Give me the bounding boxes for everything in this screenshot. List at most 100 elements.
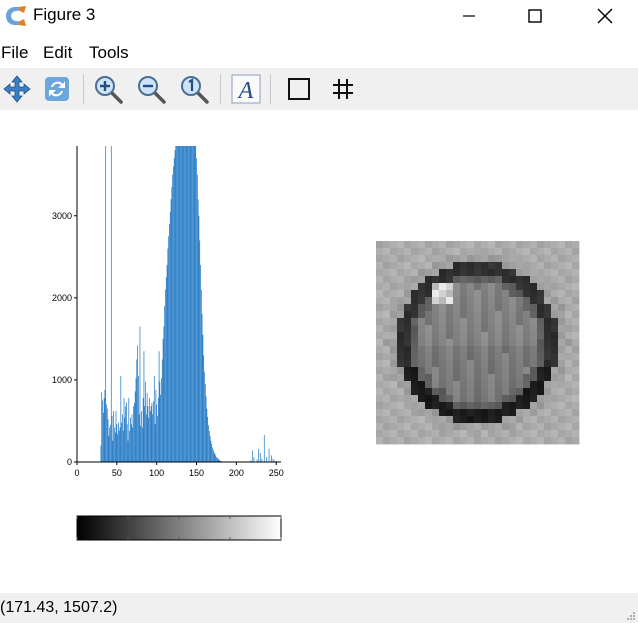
zoom-out-button[interactable] [134, 72, 168, 106]
image-pixel [446, 311, 454, 319]
image-pixel [404, 416, 412, 424]
image-pixel [425, 290, 433, 298]
image-pixel [425, 248, 433, 256]
image-pixel [495, 409, 503, 417]
zoom-in-button[interactable] [91, 72, 125, 106]
image-pixel [509, 255, 517, 263]
image-pixel [474, 381, 482, 389]
image-pixel [509, 318, 517, 326]
image-pixel [467, 346, 475, 354]
image-pixel [502, 297, 510, 305]
maximize-button[interactable] [512, 0, 558, 32]
image-pixel [439, 437, 447, 445]
image-pixel [565, 304, 573, 312]
image-pixel [432, 241, 440, 249]
figure-canvas[interactable]: 0 50 100 150 200 250 0 1000 2000 3000 [0, 110, 638, 593]
image-pixel [509, 339, 517, 347]
image-pixel [397, 395, 405, 403]
histogram-bar [192, 146, 194, 462]
histogram-bar [209, 435, 211, 462]
image-pixel [404, 311, 412, 319]
image-pixel [495, 332, 503, 340]
image-pixel [453, 409, 461, 417]
menu-file[interactable]: File [1, 43, 28, 63]
histogram-bar [198, 215, 200, 462]
image-pixel [544, 395, 552, 403]
image-pixel [558, 409, 566, 417]
image-pixel [460, 311, 468, 319]
image-pixel [467, 241, 475, 249]
image-pixel [516, 395, 524, 403]
image-pixel [537, 367, 545, 375]
histogram-bar [114, 432, 116, 462]
image-pixel [537, 269, 545, 277]
image-pixel [432, 332, 440, 340]
image-pixel [432, 360, 440, 368]
zoom-reset-button[interactable] [177, 72, 211, 106]
image-pixel [537, 360, 545, 368]
image-pixel [467, 416, 475, 424]
resize-grip-icon[interactable] [626, 611, 636, 621]
histogram-chart[interactable]: 0 50 100 150 200 250 0 1000 2000 3000 [0, 110, 638, 593]
image-pixel [558, 339, 566, 347]
image-pixel [418, 346, 426, 354]
rotate-button[interactable] [40, 72, 74, 106]
image-pixel [446, 367, 454, 375]
image-pixel [488, 290, 496, 298]
image-pixel [516, 339, 524, 347]
pan-button[interactable] [0, 72, 34, 106]
image-pixel [474, 437, 482, 445]
image-pixel [411, 325, 419, 333]
image-pixel [572, 297, 580, 305]
insert-text-button[interactable]: A [229, 72, 263, 106]
image-pixel [544, 346, 552, 354]
image-pixel [425, 255, 433, 263]
image-pixel [481, 353, 489, 361]
image-pixel [474, 262, 482, 270]
image-pixel [383, 255, 391, 263]
image-pixel [537, 262, 545, 270]
image-pixel [467, 304, 475, 312]
image-pixel [474, 325, 482, 333]
minimize-button[interactable] [446, 0, 492, 32]
image-pixel [397, 255, 405, 263]
image-pixel [467, 339, 475, 347]
image-pixel [488, 381, 496, 389]
image-pixel [425, 388, 433, 396]
image-pixel [453, 360, 461, 368]
image-view[interactable] [376, 241, 580, 445]
image-pixel [502, 360, 510, 368]
image-pixel [460, 297, 468, 305]
image-pixel [411, 311, 419, 319]
image-pixel [467, 262, 475, 270]
image-pixel [446, 423, 454, 431]
grid-button[interactable] [326, 72, 360, 106]
image-pixel [523, 437, 531, 445]
image-pixel [481, 367, 489, 375]
close-button[interactable] [582, 0, 628, 32]
svg-text:A: A [237, 78, 254, 104]
image-pixel [439, 325, 447, 333]
image-pixel [397, 416, 405, 424]
zoom-in-icon [95, 76, 123, 104]
image-pixel [404, 318, 412, 326]
image-pixel [537, 388, 545, 396]
image-pixel [502, 269, 510, 277]
image-pixel [502, 423, 510, 431]
image-pixel [383, 297, 391, 305]
image-pixel [418, 409, 426, 417]
histogram-bar [175, 146, 177, 462]
image-pixel [530, 325, 538, 333]
image-pixel [537, 416, 545, 424]
image-pixel [397, 360, 405, 368]
image-pixel [467, 409, 475, 417]
image-pixel [481, 262, 489, 270]
rectangle-button[interactable] [282, 72, 316, 106]
histogram-bar [116, 424, 118, 462]
image-pixel [418, 437, 426, 445]
histogram-bar [259, 452, 261, 462]
menu-tools[interactable]: Tools [89, 43, 129, 63]
image-pixel [537, 325, 545, 333]
menu-edit[interactable]: Edit [43, 43, 72, 63]
image-pixel [551, 346, 559, 354]
